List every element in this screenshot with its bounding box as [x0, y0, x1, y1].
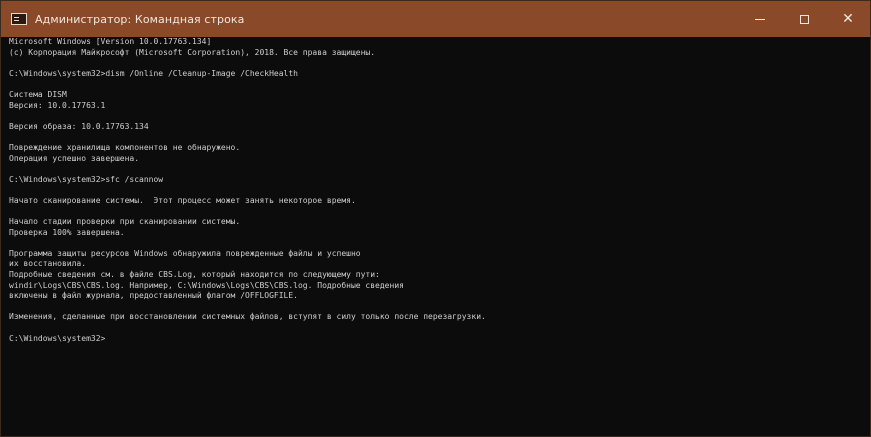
console-line: Подробные сведения см. в файле CBS.Log, …: [9, 270, 380, 280]
window-title: Администратор: Командная строка: [35, 12, 245, 26]
console-line: windir\Logs\CBS\CBS.log. Например, C:\Wi…: [9, 280, 404, 290]
console-line: Начато сканирование системы. Этот процес…: [9, 195, 356, 205]
console-line: Изменения, сделанные при восстановлении …: [9, 312, 486, 322]
close-button[interactable]: ✕: [826, 1, 870, 37]
console-line: Версия образа: 10.0.17763.134: [9, 121, 149, 131]
console-line: включены в файл журнала, предоставленный…: [9, 291, 298, 301]
minimize-icon: [755, 18, 765, 20]
close-icon: ✕: [842, 11, 854, 27]
maximize-icon: [799, 14, 809, 24]
console-icon: [11, 13, 27, 25]
command-line: C:\Windows\system32>: [9, 333, 106, 343]
title-bar[interactable]: Администратор: Командная строка ✕: [1, 1, 870, 37]
console-line: Версия: 10.0.17763.1: [9, 100, 106, 110]
command-line: C:\Windows\system32>sfc /scannow: [9, 174, 164, 184]
window-controls: ✕: [738, 1, 870, 37]
console-line: Система DISM: [9, 89, 67, 99]
console-line: их восстановила.: [9, 259, 87, 269]
console-line: Программа защиты ресурсов Windows обнару…: [9, 248, 361, 258]
console-line: (c) Корпорация Майкрософт (Microsoft Cor…: [9, 47, 376, 57]
maximize-button[interactable]: [782, 1, 826, 37]
console-output[interactable]: Microsoft Windows [Version 10.0.17763.13…: [9, 37, 864, 436]
minimize-button[interactable]: [738, 1, 782, 37]
command-prompt-window: Администратор: Командная строка ✕ Micros…: [0, 0, 871, 437]
console-line: Microsoft Windows [Version 10.0.17763.13…: [9, 37, 212, 46]
console-line: Операция успешно завершена.: [9, 153, 140, 163]
console-line: Проверка 100% завершена.: [9, 227, 125, 237]
command-line: C:\Windows\system32>dism /Online /Cleanu…: [9, 68, 298, 78]
console-line: Начало стадии проверки при сканировании …: [9, 217, 241, 227]
console-line: Повреждение хранилища компонентов не обн…: [9, 142, 241, 152]
